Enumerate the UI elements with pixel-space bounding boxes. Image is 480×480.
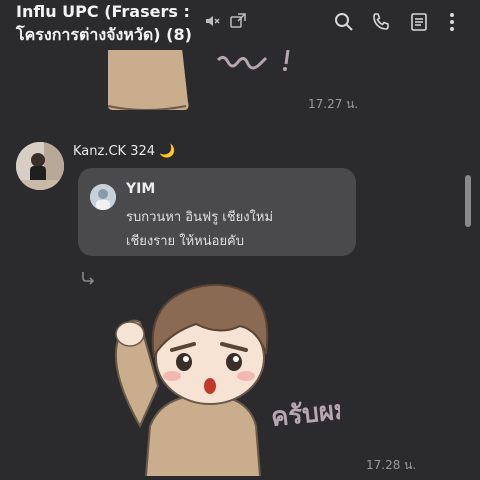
reply-bubble[interactable]: YIM รบกวนหา อินฟรู เชียงใหม่ เชียงราย ให… <box>78 168 356 256</box>
search-icon[interactable] <box>334 12 354 32</box>
message-time: 17.28 น. <box>366 458 417 472</box>
reply-text-line: เชียงราย ให้หน่อยคับ <box>126 234 245 249</box>
sticker-text: ครับผม! <box>270 393 340 432</box>
popout-icon[interactable] <box>229 12 247 30</box>
sender-name[interactable]: Kanz.CK 324 🌙 <box>73 144 175 159</box>
reply-sender-name: YIM <box>126 181 156 197</box>
avatar[interactable] <box>16 142 64 190</box>
reply-text-line: รบกวนหา อินฟรู เชียงใหม่ <box>126 210 274 225</box>
mute-icon[interactable] <box>204 13 220 29</box>
message-time: 17.27 น. <box>308 97 359 111</box>
notes-icon[interactable] <box>410 12 428 32</box>
sticker-salute[interactable]: ครับผม! <box>100 276 340 476</box>
moon-emoji: 🌙 <box>159 144 176 159</box>
reply-arrow-icon <box>82 272 95 285</box>
chat-header: Influ UPC (Frasers : โครงการต่างจังหวัด)… <box>0 0 480 50</box>
scrollbar-thumb[interactable] <box>465 175 471 227</box>
reply-avatar <box>90 184 116 210</box>
phone-icon[interactable] <box>371 12 391 32</box>
chat-title: Influ UPC (Frasers : <box>16 2 190 21</box>
chat-title-subtitle: โครงการต่างจังหวัด) (8) <box>16 25 192 44</box>
more-icon[interactable] <box>448 12 456 32</box>
chat-area[interactable]: 17.27 น. Kanz.CK 324 🌙 YIM รบกวนหา อินฟร… <box>0 50 480 480</box>
sticker-previous[interactable] <box>100 50 300 110</box>
